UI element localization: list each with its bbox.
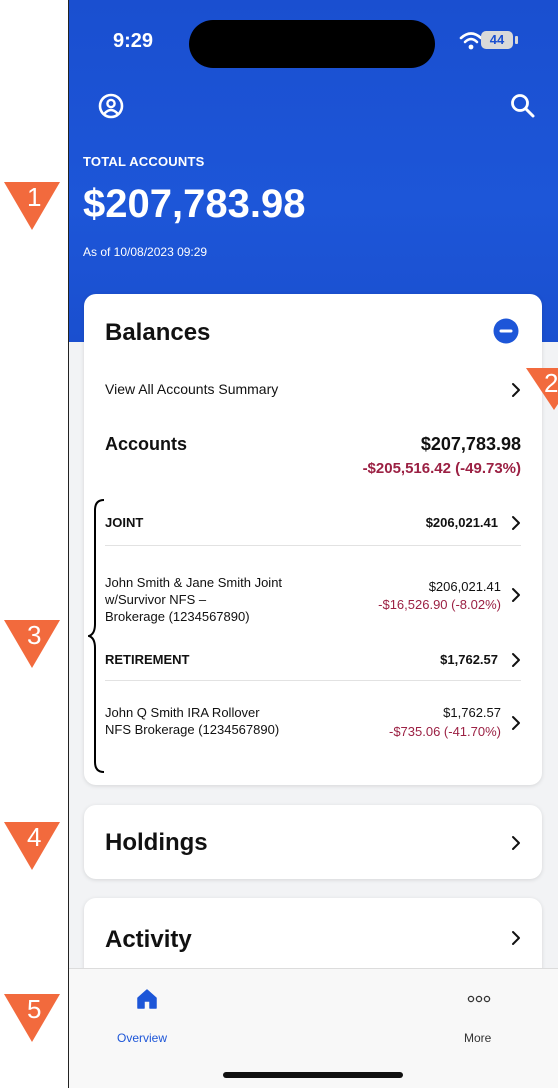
annotation-marker-1: 1 — [0, 180, 66, 232]
marker-number: 4 — [27, 822, 42, 852]
view-all-label: View All Accounts Summary — [105, 381, 279, 397]
account-name-line: John Q Smith IRA Rollover — [105, 705, 260, 720]
marker-number: 1 — [27, 182, 42, 212]
search-icon[interactable] — [509, 92, 537, 120]
home-indicator — [223, 1072, 403, 1078]
activity-title: Activity — [105, 926, 192, 953]
dynamic-island — [189, 20, 435, 68]
marker-number: 2 — [544, 368, 558, 398]
annotation-marker-2: 2 — [522, 366, 558, 412]
annotation-marker-4: 4 — [0, 820, 66, 872]
account-change: -$735.06 (-41.70%) — [388, 724, 501, 739]
annotation-marker-5: 5 — [0, 992, 66, 1044]
group-name: RETIREMENT — [105, 652, 190, 667]
balances-title: Balances — [105, 319, 211, 346]
annotation-marker-3: 3 — [0, 618, 66, 670]
accounts-change: -$205,516.42 (-49.73%) — [362, 460, 521, 477]
divider — [105, 545, 521, 546]
header-panel: 9:29 44 TOTAL ACCOUNTS $207,783.98 As of… — [69, 0, 558, 342]
account-name-line: w/Survivor NFS – — [105, 592, 207, 607]
holdings-title: Holdings — [105, 829, 208, 856]
account-name-line: John Smith & Jane Smith Joint — [105, 575, 283, 590]
group-total: $1,762.57 — [440, 652, 498, 667]
phone-screen: 9:29 44 TOTAL ACCOUNTS $207,783.98 As of… — [68, 0, 558, 1088]
accounts-label: Accounts — [105, 434, 188, 454]
nav-overview-label: Overview — [117, 1031, 168, 1045]
account-name-line: Brokerage (1234567890) — [105, 609, 250, 624]
accounts-total: $207,783.98 — [420, 434, 521, 454]
divider — [105, 680, 521, 681]
chevron-right-icon — [512, 383, 520, 397]
chevron-right-icon — [512, 931, 520, 945]
total-accounts-value: $207,783.98 — [83, 182, 306, 226]
nav-more-label: More — [464, 1031, 492, 1045]
account-value: $206,021.41 — [428, 579, 501, 594]
marker-number: 5 — [27, 994, 42, 1024]
wifi-icon — [459, 32, 483, 50]
account-value: $1,762.57 — [443, 705, 501, 720]
total-accounts-label: TOTAL ACCOUNTS — [83, 154, 205, 169]
chevron-right-icon — [512, 653, 520, 667]
collapse-icon[interactable] — [493, 318, 519, 344]
as-of-timestamp: As of 10/08/2023 09:29 — [83, 245, 208, 259]
profile-icon[interactable] — [97, 92, 125, 120]
more-dots-icon — [467, 995, 491, 1003]
chevron-right-icon — [512, 836, 520, 850]
chevron-right-icon — [512, 716, 520, 730]
account-change: -$16,526.90 (-8.02%) — [378, 597, 501, 612]
status-time: 9:29 — [113, 30, 154, 52]
bottom-navigation: Overview More — [69, 968, 558, 1088]
marker-number: 3 — [27, 620, 42, 650]
group-total: $206,021.41 — [425, 515, 498, 530]
battery-indicator: 44 — [481, 31, 513, 49]
account-name-line: NFS Brokerage (1234567890) — [105, 722, 280, 737]
holdings-card[interactable]: Holdings — [84, 805, 542, 879]
home-icon — [137, 989, 157, 1009]
chevron-right-icon — [512, 516, 520, 530]
group-name: JOINT — [105, 515, 144, 530]
chevron-right-icon — [512, 588, 520, 602]
bracket-annotation — [88, 499, 105, 773]
balances-card: Balances View All Accounts Summary Accou… — [84, 294, 542, 785]
battery-tip — [515, 36, 518, 44]
